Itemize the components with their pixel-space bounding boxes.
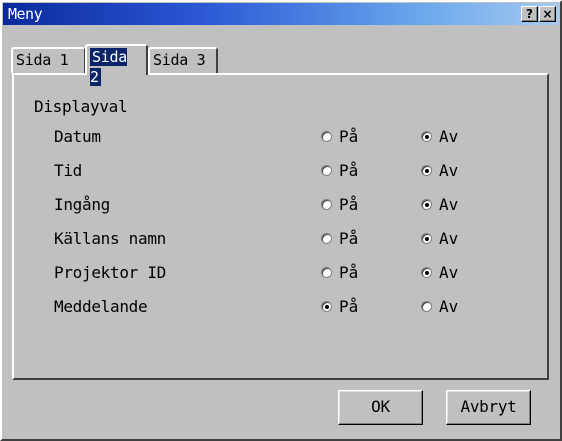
help-button[interactable]: ? — [521, 6, 538, 22]
radio-selected-dot — [425, 237, 429, 241]
close-button[interactable]: × — [539, 6, 556, 22]
radio-meddelande-on[interactable]: På — [321, 297, 358, 316]
row-label-datum: Datum — [54, 127, 101, 146]
radio-tid-off[interactable]: Av — [421, 161, 458, 180]
radio-label: Av — [439, 127, 459, 146]
radio-label: Av — [439, 263, 459, 282]
radio-label: Av — [439, 297, 459, 316]
radio-circle — [321, 267, 332, 278]
tab-sida-3[interactable]: Sida 3 — [148, 47, 218, 73]
tab-sida-2[interactable]: Sida 2 — [85, 44, 148, 86]
radio-källans-namn-off[interactable]: Av — [421, 229, 458, 248]
row-label-meddelande: Meddelande — [54, 297, 148, 316]
radio-circle — [321, 199, 332, 210]
radio-circle — [421, 165, 432, 176]
group-label-displayval: Displayval — [34, 97, 128, 116]
radio-label: Av — [439, 229, 459, 248]
radio-circle — [321, 131, 332, 142]
radio-label: Av — [439, 195, 459, 214]
radio-ingång-off[interactable]: Av — [421, 195, 458, 214]
radio-datum-off[interactable]: Av — [421, 127, 458, 146]
row-label-ingång: Ingång — [54, 195, 110, 214]
radio-label: På — [339, 195, 359, 214]
radio-circle — [421, 199, 432, 210]
radio-selected-dot — [425, 169, 429, 173]
radio-label: På — [339, 297, 359, 316]
radio-label: Av — [439, 161, 459, 180]
radio-tid-on[interactable]: På — [321, 161, 358, 180]
radio-circle — [421, 233, 432, 244]
radio-label: På — [339, 161, 359, 180]
radio-meddelande-off[interactable]: Av — [421, 297, 458, 316]
title-bar[interactable]: Meny ? × — [3, 3, 559, 25]
radio-circle — [421, 301, 432, 312]
radio-circle — [321, 165, 332, 176]
window-title: Meny — [8, 5, 43, 23]
radio-selected-dot — [425, 203, 429, 207]
radio-circle — [321, 301, 332, 312]
radio-label: På — [339, 263, 359, 282]
radio-datum-on[interactable]: På — [321, 127, 358, 146]
cancel-button[interactable]: Avbryt — [446, 390, 531, 425]
radio-circle — [321, 233, 332, 244]
radio-circle — [421, 131, 432, 142]
radio-circle — [421, 267, 432, 278]
radio-selected-dot — [425, 135, 429, 139]
radio-selected-dot — [325, 305, 329, 309]
row-label-tid: Tid — [54, 161, 82, 180]
radio-label: På — [339, 127, 359, 146]
row-label-projektor-id: Projektor ID — [54, 263, 166, 282]
row-label-källans-namn: Källans namn — [54, 229, 166, 248]
radio-ingång-on[interactable]: På — [321, 195, 358, 214]
tab-sida-1[interactable]: Sida 1 — [11, 47, 86, 73]
radio-label: På — [339, 229, 359, 248]
tab-label: Sida 3 — [153, 51, 206, 69]
radio-källans-namn-on[interactable]: På — [321, 229, 358, 248]
tab-panel: Displayval Datum På Av Tid På Av Ingång På Av Käl… — [12, 73, 549, 380]
ok-button[interactable]: OK — [338, 390, 423, 425]
tab-label: Sida 1 — [16, 51, 69, 69]
radio-selected-dot — [425, 271, 429, 275]
radio-projektor-id-off[interactable]: Av — [421, 263, 458, 282]
radio-projektor-id-on[interactable]: På — [321, 263, 358, 282]
